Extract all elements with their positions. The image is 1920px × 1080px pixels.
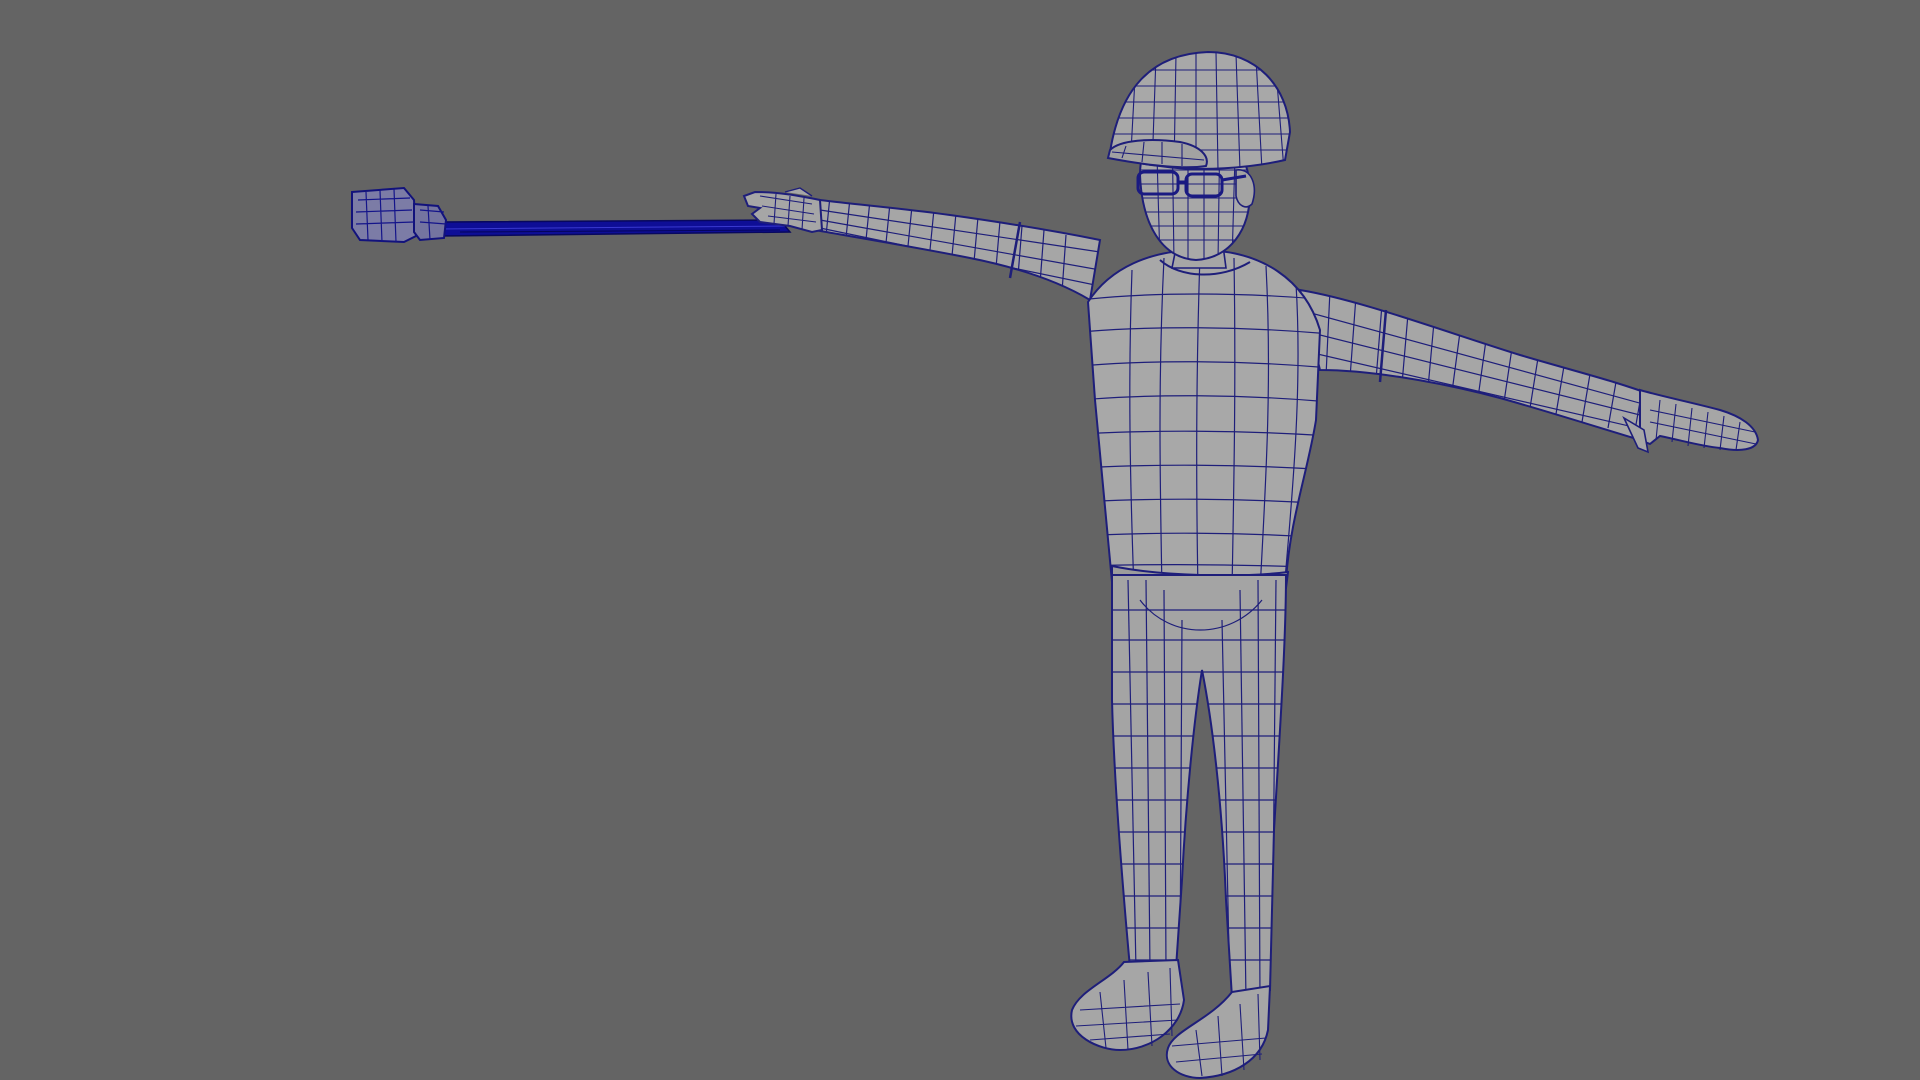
viewport-canvas[interactable] — [0, 0, 1920, 1080]
pants[interactable] — [1100, 574, 1300, 1000]
3d-viewport[interactable] — [0, 0, 1920, 1080]
camera-model[interactable] — [351, 186, 448, 244]
selfie-stick[interactable] — [439, 219, 792, 237]
arm-left[interactable] — [813, 196, 1102, 302]
hand-right[interactable] — [1622, 388, 1760, 454]
arm-right[interactable] — [1298, 288, 1665, 442]
cap[interactable] — [1100, 50, 1300, 170]
shoe-left[interactable] — [1070, 958, 1186, 1052]
torso[interactable] — [1080, 248, 1330, 590]
